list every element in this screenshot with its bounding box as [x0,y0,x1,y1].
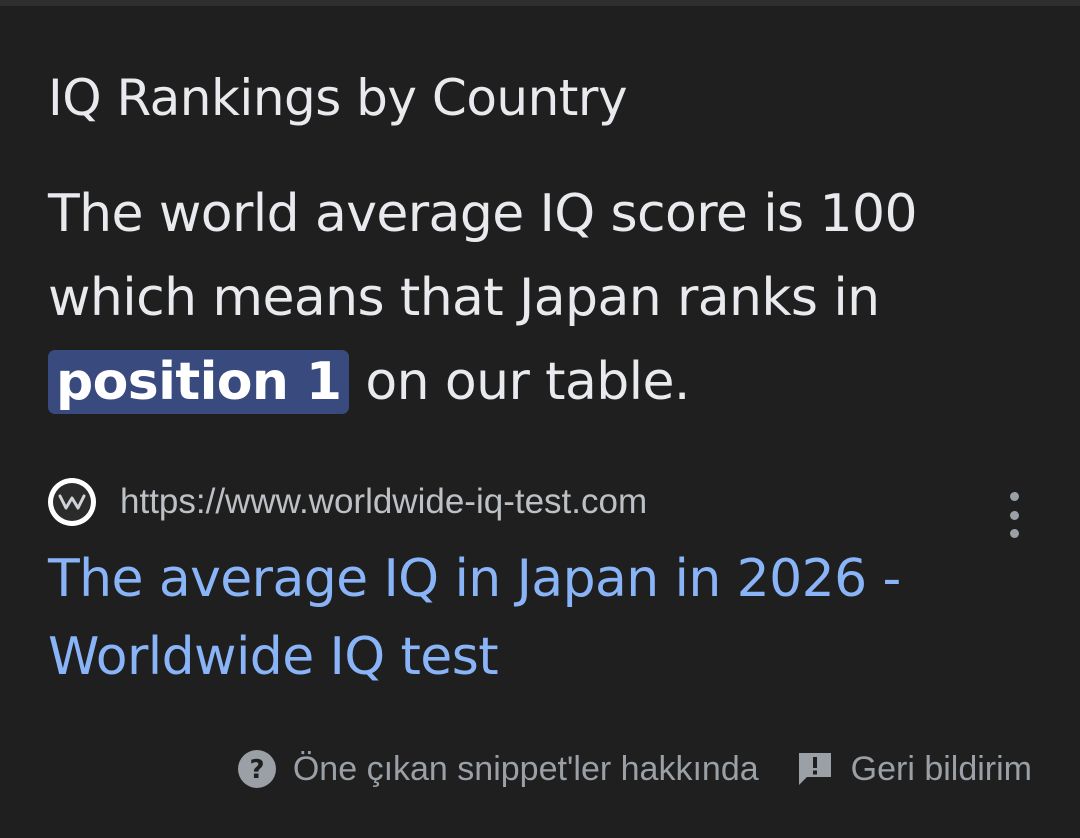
help-circle-icon: ? [237,749,277,789]
about-snippets-label: Öne çıkan snippet'ler hakkında [292,749,759,788]
top-divider [0,0,1080,6]
snippet-text: The world average IQ score is 100 which … [48,172,1048,424]
snippet-highlight: position 1 [48,350,350,414]
snippet-text-before: The world average IQ score is 100 which … [48,184,918,328]
snippet-heading: IQ Rankings by Country [48,69,628,127]
site-favicon-icon [48,478,96,526]
source-row[interactable]: https://www.worldwide-iq-test.com [48,478,647,526]
feedback-label: Geri bildirim [850,749,1032,788]
more-options-icon[interactable] [994,490,1034,540]
about-snippets-button[interactable]: ? Öne çıkan snippet'ler hakkında [237,749,759,789]
svg-text:?: ? [249,755,264,785]
feedback-button[interactable]: Geri bildirim [795,749,1032,789]
feedback-icon [795,749,835,789]
snippet-text-after: on our table. [365,352,690,412]
snippet-footer: ? Öne çıkan snippet'ler hakkında Geri bi… [237,744,1032,794]
featured-snippet-card: IQ Rankings by Country The world average… [0,0,1080,838]
result-title-link[interactable]: The average IQ in Japan in 2026 - Worldw… [48,540,1038,696]
source-url[interactable]: https://www.worldwide-iq-test.com [120,482,647,522]
